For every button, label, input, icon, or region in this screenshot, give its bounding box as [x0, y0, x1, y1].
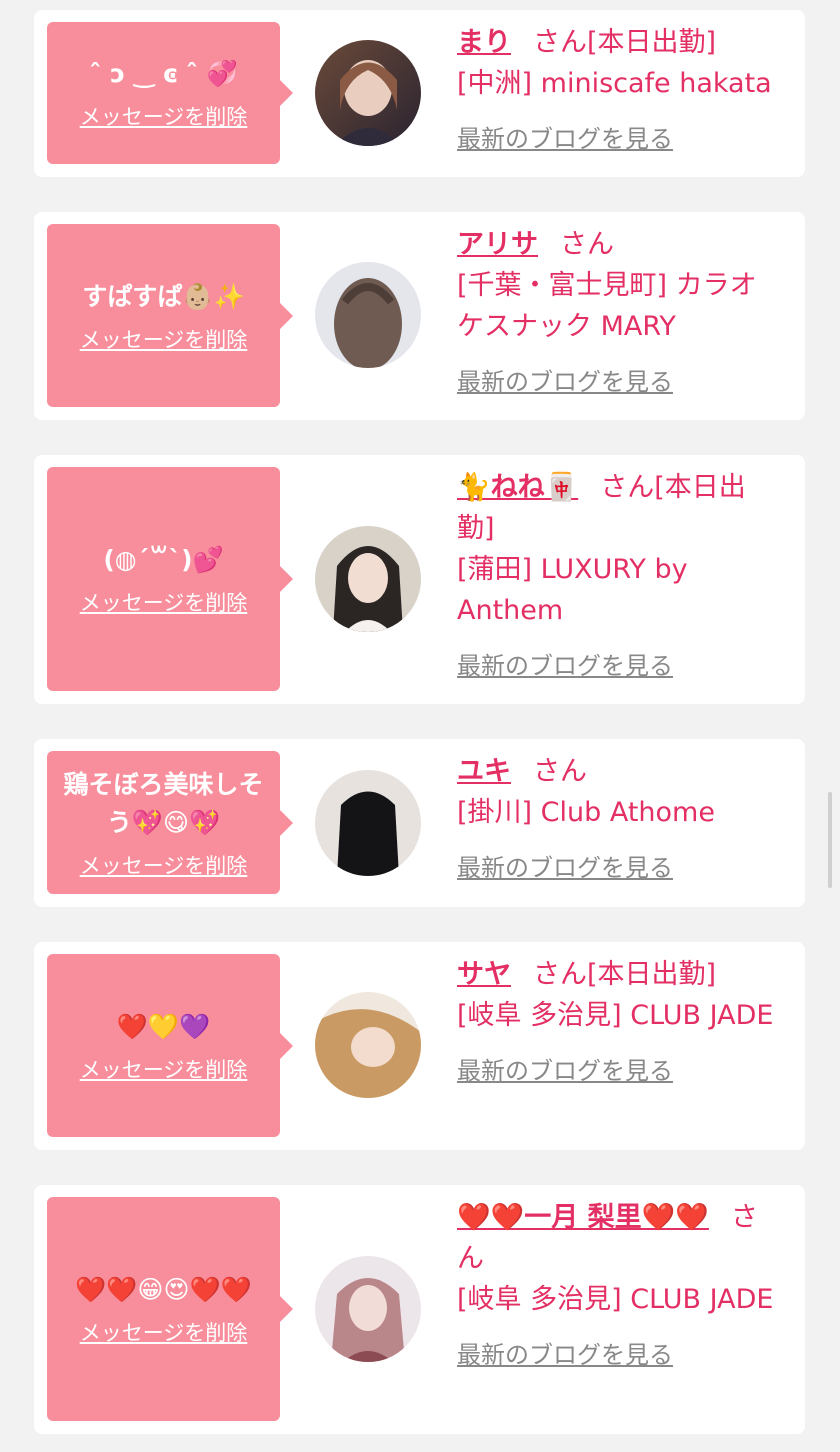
avatar[interactable]	[315, 1256, 421, 1362]
message-bubble: ❤️💛💜 メッセージを削除	[47, 954, 293, 1137]
shop-name: [掛川] Club Athome	[457, 797, 715, 828]
shop-name: [岐阜 多治見] CLUB JADE	[457, 1000, 774, 1031]
latest-blog-link[interactable]: 最新のブログを見る	[457, 1335, 673, 1376]
message-bubble: ❤️❤️😁😍❤️❤️ メッセージを削除	[47, 1197, 293, 1421]
message-bubble: 鶏そぼろ美味しそう💖😋💖 メッセージを削除	[47, 751, 293, 894]
message-text: 鶏そぼろ美味しそう💖😋💖	[63, 769, 264, 837]
latest-blog-link[interactable]: 最新のブログを見る	[457, 362, 673, 403]
attendance-status: [本日出勤]	[587, 27, 717, 58]
delete-message-link[interactable]: メッセージを削除	[80, 587, 248, 617]
message-text: ❤️💛💜	[116, 1011, 211, 1041]
girl-info: まり さん[本日出勤] [中洲] miniscafe hakata 最新のブログを…	[457, 22, 782, 160]
girl-name-link[interactable]: ❤️❤️一月 梨里❤️❤️	[457, 1202, 709, 1233]
avatar[interactable]	[315, 770, 421, 876]
message-text: (◍´꒳`)💕	[103, 545, 224, 574]
delete-message-link[interactable]: メッセージを削除	[80, 1054, 248, 1084]
message-text: ❤️❤️😁😍❤️❤️	[75, 1275, 252, 1304]
girl-info: ❤️❤️一月 梨里❤️❤️ さん [岐阜 多治見] CLUB JADE 最新のブロ…	[457, 1197, 782, 1376]
san-label: さん	[533, 959, 587, 990]
delete-message-link[interactable]: メッセージを削除	[80, 1317, 248, 1347]
avatar[interactable]	[315, 262, 421, 368]
girl-name-link[interactable]: サヤ	[457, 959, 511, 990]
list-item: 鶏そぼろ美味しそう💖😋💖 メッセージを削除 ユキ さん [掛川] Club Ath…	[34, 739, 805, 907]
girl-info: ユキ さん [掛川] Club Athome 最新のブログを見る	[457, 751, 782, 889]
girl-info: 🐈ねね🀄️ さん[本日出勤] [蒲田] LUXURY by Anthem 最新のブ…	[457, 467, 782, 687]
girl-info: アリサ さん [千葉・富士見町] カラオケスナック MARY 最新のブログを見る	[457, 224, 782, 403]
list-item: (◍´꒳`)💕 メッセージを削除 🐈ねね🀄️ さん[本日出勤] [蒲田] LUXU…	[34, 455, 805, 704]
latest-blog-link[interactable]: 最新のブログを見る	[457, 848, 673, 889]
list-item: ˆ ͻ ‿ ͼ ˆ 💞 メッセージを削除 まり さん[本日出勤] [中洲] min…	[34, 10, 805, 177]
avatar[interactable]	[315, 526, 421, 632]
avatar[interactable]	[315, 40, 421, 146]
delete-message-link[interactable]: メッセージを削除	[80, 324, 248, 354]
favorites-message-list: ˆ ͻ ‿ ͼ ˆ 💞 メッセージを削除 まり さん[本日出勤] [中洲] min…	[0, 0, 840, 1452]
girl-info: サヤ さん[本日出勤] [岐阜 多治見] CLUB JADE 最新のブログを見る	[457, 954, 782, 1092]
girl-name-link[interactable]: アリサ	[457, 229, 538, 260]
attendance-status: [本日出勤]	[587, 959, 717, 990]
shop-name: [蒲田] LUXURY by Anthem	[457, 554, 688, 626]
scrollbar[interactable]	[828, 792, 832, 888]
latest-blog-link[interactable]: 最新のブログを見る	[457, 119, 673, 160]
message-bubble: ˆ ͻ ‿ ͼ ˆ 💞 メッセージを削除	[47, 22, 293, 164]
avatar[interactable]	[315, 992, 421, 1098]
shop-name: [中洲] miniscafe hakata	[457, 68, 772, 99]
shop-name: [岐阜 多治見] CLUB JADE	[457, 1284, 774, 1315]
delete-message-link[interactable]: メッセージを削除	[80, 101, 248, 131]
message-bubble: すぱすぱ👶🏼✨ メッセージを削除	[47, 224, 293, 407]
san-label: さん	[600, 472, 655, 503]
san-label: さん	[533, 756, 587, 787]
girl-name-link[interactable]: まり	[457, 27, 511, 58]
delete-message-link[interactable]: メッセージを削除	[80, 850, 248, 880]
list-item: ❤️💛💜 メッセージを削除 サヤ さん[本日出勤] [岐阜 多治見] CLUB J…	[34, 942, 805, 1150]
latest-blog-link[interactable]: 最新のブログを見る	[457, 646, 673, 687]
shop-name: [千葉・富士見町] カラオケスナック MARY	[457, 270, 757, 342]
message-text: ˆ ͻ ‿ ͼ ˆ 💞	[89, 59, 238, 88]
message-text: すぱすぱ👶🏼✨	[82, 281, 245, 311]
san-label: さん	[533, 27, 587, 58]
latest-blog-link[interactable]: 最新のブログを見る	[457, 1051, 673, 1092]
list-item: ❤️❤️😁😍❤️❤️ メッセージを削除 ❤️❤️一月 梨里❤️❤️ さん [岐阜 …	[34, 1185, 805, 1434]
girl-name-link[interactable]: 🐈ねね🀄️	[457, 472, 578, 503]
list-item: すぱすぱ👶🏼✨ メッセージを削除 アリサ さん [千葉・富士見町] カラオケスナッ…	[34, 212, 805, 420]
girl-name-link[interactable]: ユキ	[457, 756, 511, 787]
san-label: さん	[560, 229, 614, 260]
message-bubble: (◍´꒳`)💕 メッセージを削除	[47, 467, 293, 691]
